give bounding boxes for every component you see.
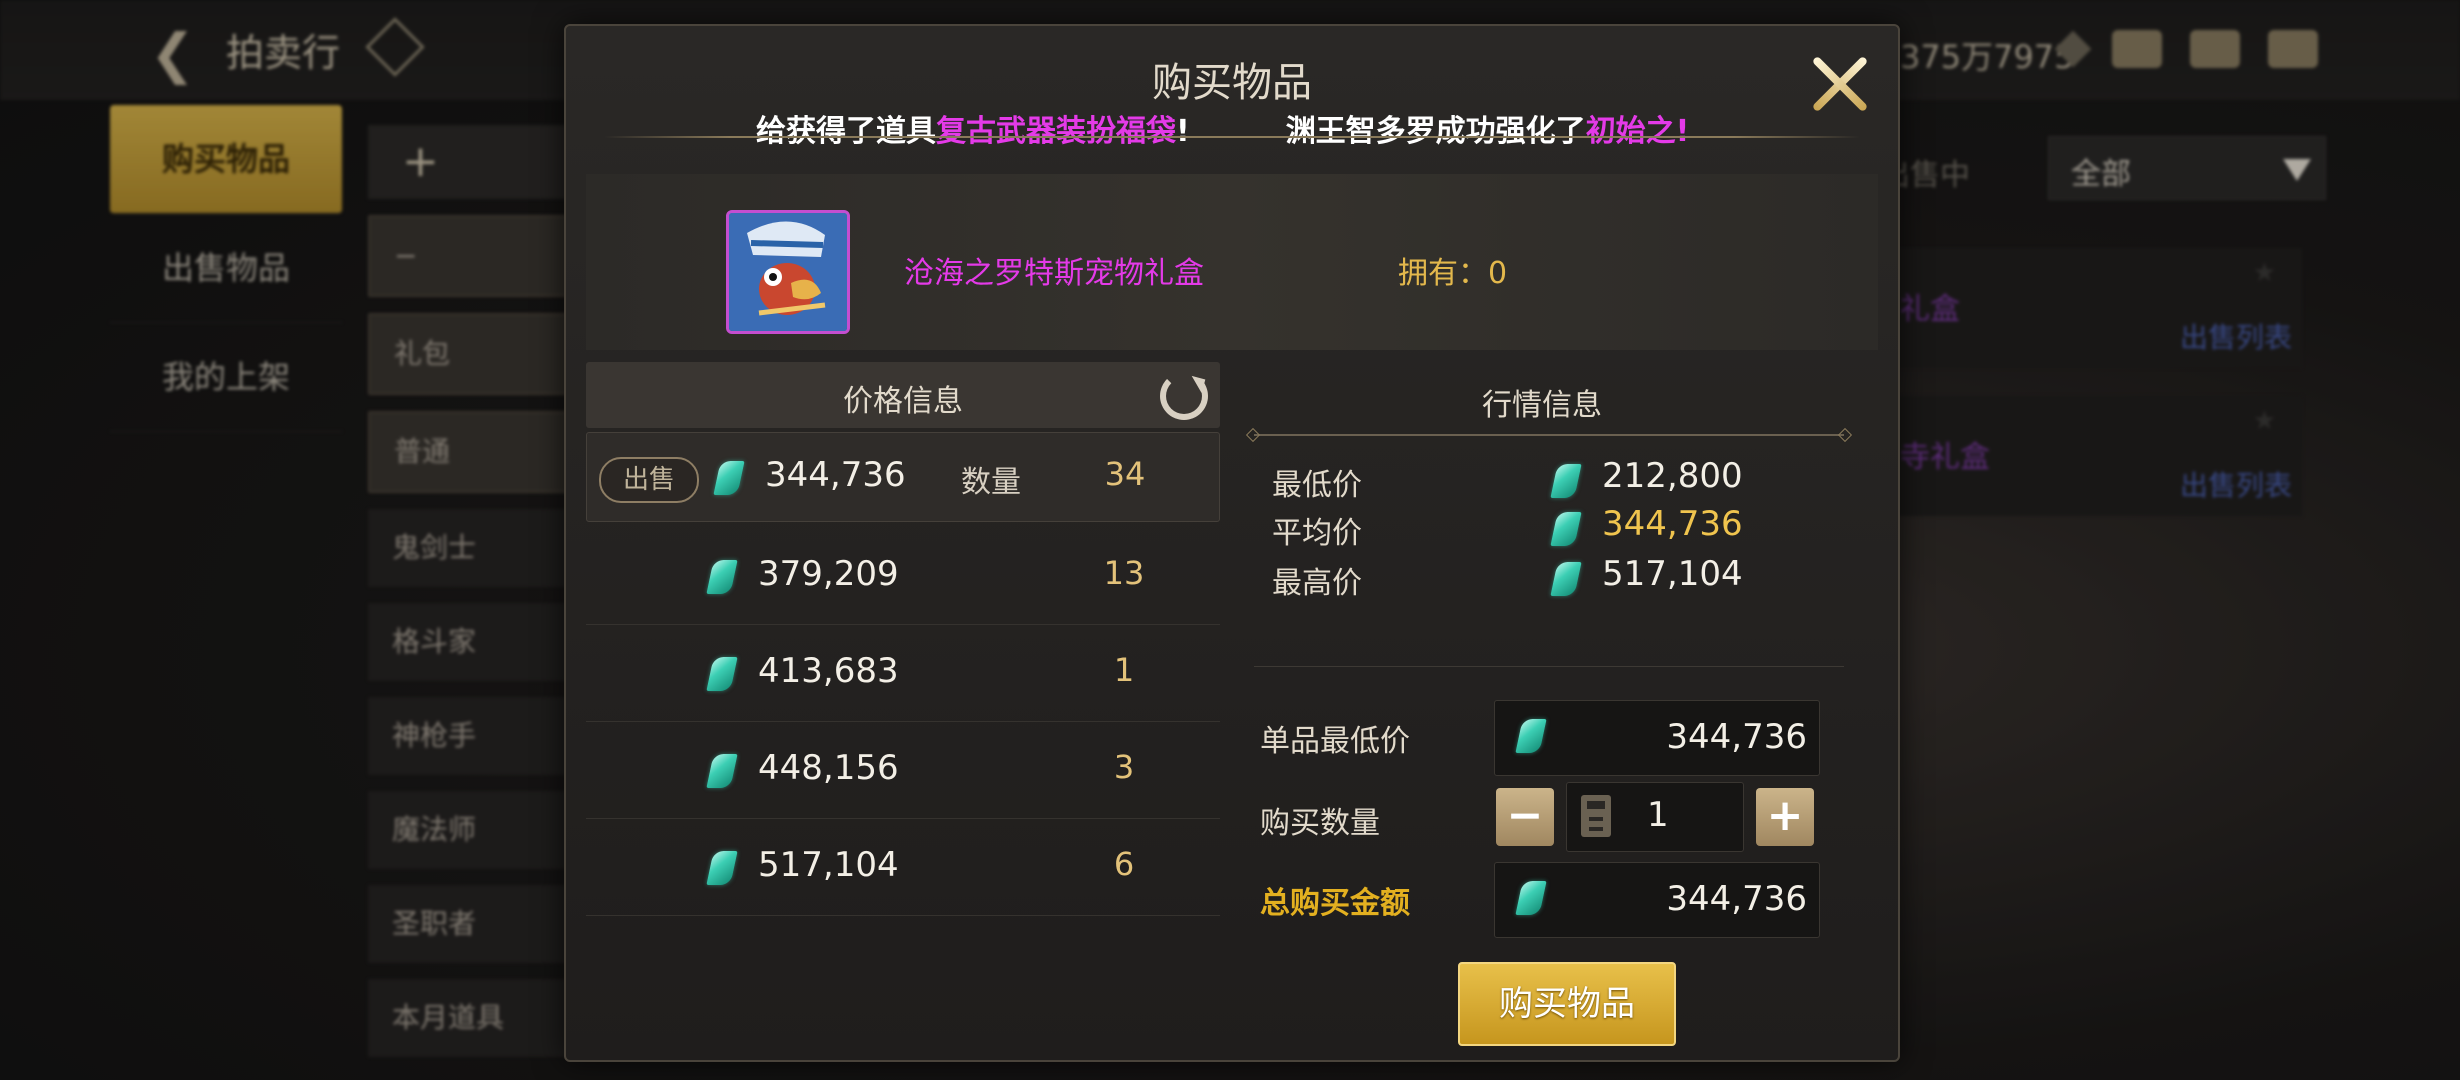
max-price-value: 517,104: [1602, 554, 1743, 594]
quantity-minus-button[interactable]: −: [1496, 788, 1554, 846]
price-row[interactable]: 413,683 1: [586, 625, 1220, 722]
gem-icon: [1550, 512, 1582, 546]
total-amount-label: 总购买金额: [1260, 886, 1410, 921]
price-row[interactable]: 出售 344,736 数量 34: [586, 432, 1220, 522]
price-value: 413,683: [758, 651, 899, 691]
calculator-icon[interactable]: [1581, 795, 1611, 837]
quantity-value: 6: [1113, 845, 1135, 883]
gem-icon: [706, 851, 738, 885]
item-name: 沧海之罗特斯宠物礼盒: [904, 256, 1204, 291]
quantity-input[interactable]: 1: [1566, 782, 1744, 852]
gem-icon: [1515, 881, 1547, 915]
gem-icon: [1550, 464, 1582, 498]
pet-gift-box-icon: [726, 210, 850, 334]
gem-icon: [706, 560, 738, 594]
refresh-icon[interactable]: [1160, 372, 1208, 420]
price-value: 517,104: [758, 845, 899, 885]
market-info-divider: [1254, 434, 1844, 436]
quantity-value: 1: [1113, 651, 1135, 689]
quantity-value: 13: [1103, 554, 1145, 592]
quantity-value: 3: [1113, 748, 1135, 786]
ticker-text: 渊王智多罗成功强化了: [1285, 114, 1586, 148]
price-info-header: 价格信息: [586, 362, 1220, 428]
gem-icon: [1550, 562, 1582, 596]
market-info-title: 行情信息: [1482, 388, 1602, 423]
quantity-label: 数量: [961, 465, 1021, 500]
quantity-plus-button[interactable]: +: [1756, 788, 1814, 846]
quantity-input-value: 1: [1647, 795, 1669, 835]
item-summary: 沧海之罗特斯宠物礼盒 拥有：0: [586, 174, 1878, 350]
unit-price-value: 344,736: [1666, 717, 1807, 757]
gem-icon: [706, 657, 738, 691]
quantity-value: 34: [1104, 455, 1146, 493]
ticker-highlight: 复古武器装扮福袋: [936, 114, 1176, 148]
price-row[interactable]: 379,209 13: [586, 528, 1220, 625]
avg-price-label: 平均价: [1272, 516, 1362, 551]
price-value: 379,209: [758, 554, 899, 594]
price-row[interactable]: 517,104 6: [586, 819, 1220, 916]
unit-price-field: 344,736: [1494, 700, 1820, 776]
min-price-label: 最低价: [1272, 468, 1362, 503]
total-amount-field: 344,736: [1494, 862, 1820, 938]
quantity-label: 购买数量: [1260, 806, 1380, 841]
section-divider: [1254, 666, 1844, 667]
price-row[interactable]: 448,156 3: [586, 722, 1220, 819]
price-value: 344,736: [765, 455, 906, 495]
unit-price-label: 单品最低价: [1260, 724, 1410, 759]
price-info-title: 价格信息: [843, 384, 963, 419]
gem-icon: [713, 461, 745, 495]
broadcast-ticker: 给获得了道具复古武器装扮福袋! 渊王智多罗成功强化了初始之!: [756, 106, 1706, 148]
total-amount-value: 344,736: [1666, 879, 1807, 919]
buy-button[interactable]: 购买物品: [1458, 962, 1676, 1046]
gem-icon: [1515, 719, 1547, 753]
price-value: 448,156: [758, 748, 899, 788]
gem-icon: [706, 754, 738, 788]
ticker-text: !: [1176, 114, 1190, 148]
price-list: 出售 344,736 数量 34 379,209 13 413,683 1 44…: [586, 432, 1220, 916]
max-price-label: 最高价: [1272, 566, 1362, 601]
avg-price-value: 344,736: [1602, 504, 1743, 544]
dialog-title: 购买物品: [1152, 60, 1312, 106]
sell-badge: 出售: [599, 457, 699, 503]
owned-count: 拥有：0: [1398, 256, 1508, 291]
ticker-highlight: 初始之!: [1585, 114, 1690, 148]
ticker-text: 给获得了道具: [756, 114, 936, 148]
title-divider: [604, 136, 1860, 138]
purchase-dialog: 购买物品 给获得了道具复古武器装扮福袋! 渊王智多罗成功强化了初始之! 沧海之罗特…: [564, 24, 1900, 1062]
min-price-value: 212,800: [1602, 456, 1743, 496]
close-icon[interactable]: [1800, 44, 1880, 124]
